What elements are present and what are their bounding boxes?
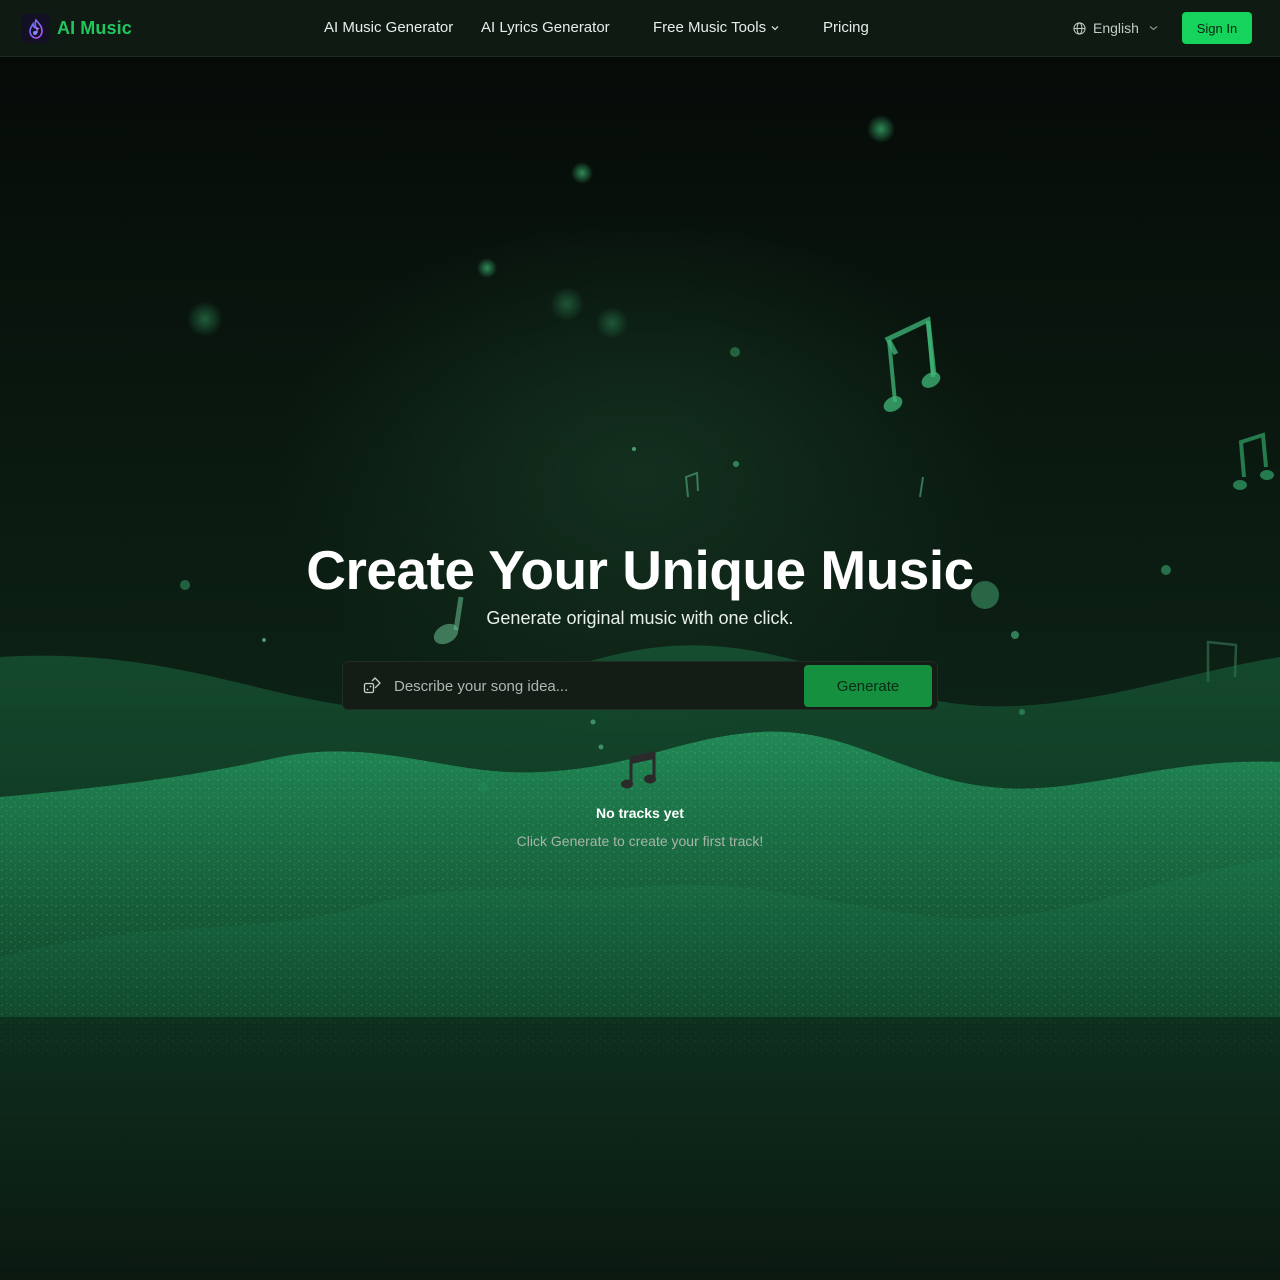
- chevron-down-icon: [771, 25, 779, 30]
- nav-label: Pricing: [823, 19, 869, 36]
- hero-subtitle: Generate original music with one click.: [486, 608, 794, 628]
- nav-pricing[interactable]: Pricing: [823, 19, 869, 36]
- song-idea-input[interactable]: [392, 672, 792, 700]
- sign-in-button[interactable]: Sign In: [1182, 12, 1252, 44]
- dice-sparkle-icon[interactable]: [363, 677, 381, 695]
- chevron-down-icon: [1149, 26, 1158, 31]
- empty-tracks-title: No tracks yet: [596, 805, 684, 821]
- language-label: English: [1093, 20, 1139, 36]
- top-navigation-bar: AI Music AI Music Generator AI Lyrics Ge…: [0, 0, 1280, 57]
- nav-ai-music-generator[interactable]: AI Music Generator: [324, 19, 453, 36]
- nav-label: AI Music Generator: [324, 19, 454, 36]
- empty-tracks-subtitle: Click Generate to create your first trac…: [516, 833, 764, 849]
- nav-free-music-tools-dropdown[interactable]: Free Music Tools: [653, 19, 779, 36]
- song-prompt-bar: Generate: [342, 661, 938, 710]
- brand-link[interactable]: AI Music: [21, 14, 132, 43]
- music-notes-icon: [621, 751, 656, 789]
- language-selector[interactable]: English: [1073, 20, 1158, 36]
- globe-icon: [1073, 21, 1086, 35]
- nav-label: Free Music Tools: [653, 19, 767, 36]
- hero-section: Create Your Unique Music Generate origin…: [0, 57, 1280, 1280]
- brand-name: AI Music: [57, 18, 132, 38]
- nav-label: AI Lyrics Generator: [481, 19, 610, 36]
- generate-button[interactable]: Generate: [804, 665, 932, 707]
- music-flame-logo-icon: [21, 14, 50, 43]
- hero-title: Create Your Unique Music: [306, 539, 974, 601]
- nav-ai-lyrics-generator[interactable]: AI Lyrics Generator: [481, 19, 610, 36]
